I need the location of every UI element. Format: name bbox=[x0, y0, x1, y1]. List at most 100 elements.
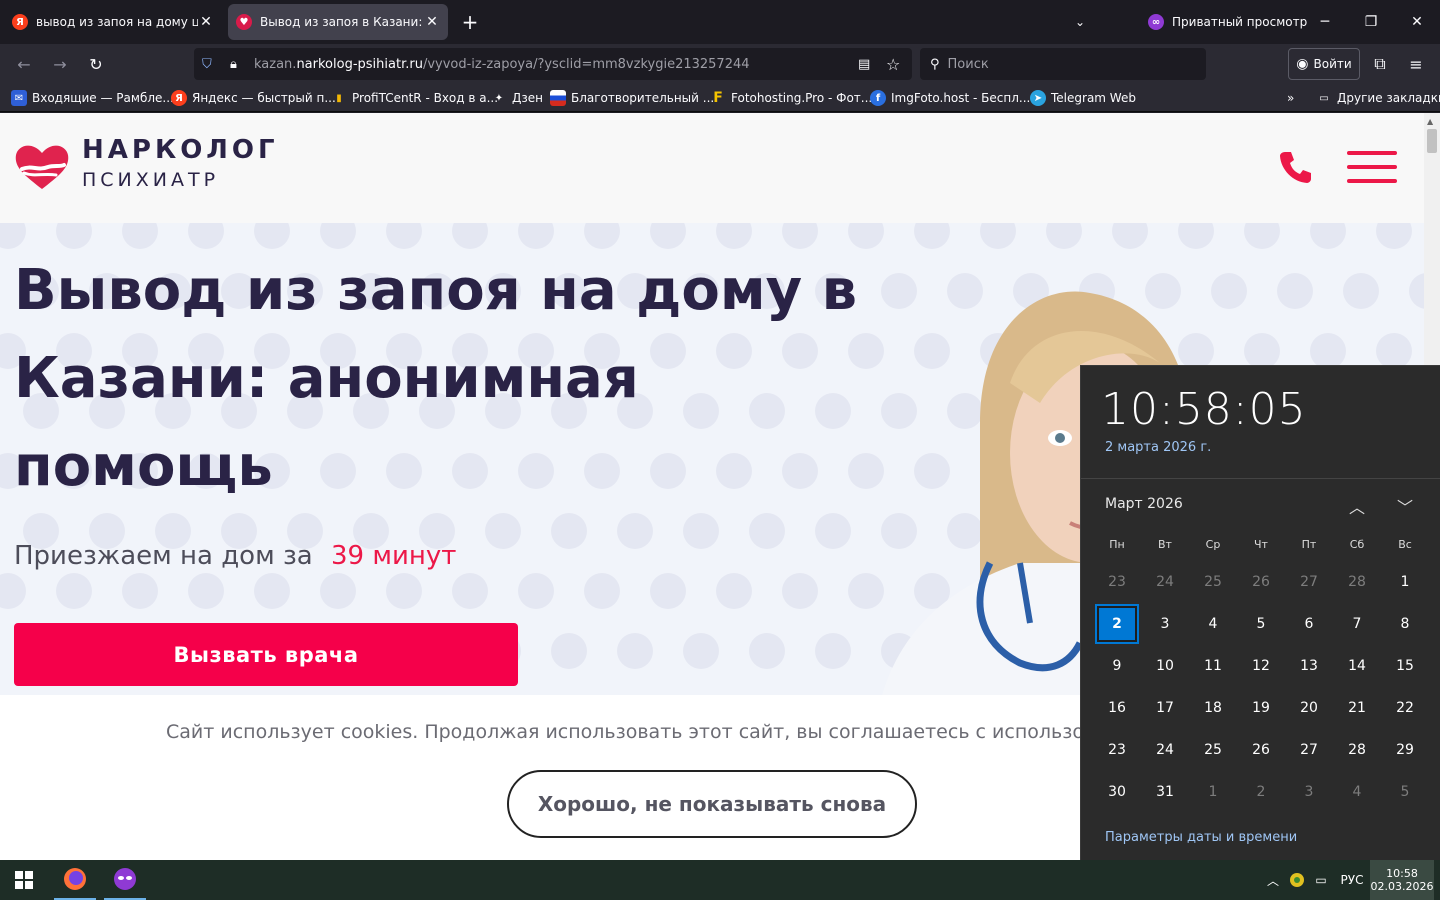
yandex-icon: Я bbox=[171, 90, 187, 106]
calendar-day[interactable]: 3 bbox=[1141, 604, 1189, 644]
logo-heart-icon[interactable] bbox=[14, 143, 70, 191]
background-dot bbox=[1046, 223, 1082, 249]
menu-icon[interactable]: ≡ bbox=[1402, 50, 1430, 78]
back-icon[interactable]: ← bbox=[10, 50, 38, 78]
calendar-day[interactable]: 3 bbox=[1285, 772, 1333, 812]
lock-icon[interactable]: 🔒︎ bbox=[230, 57, 244, 72]
calendar-day[interactable]: 1 bbox=[1381, 562, 1429, 602]
bookmark-item[interactable]: f ImgFoto.host - Беспл... bbox=[870, 88, 1030, 108]
bookmark-item[interactable]: Благотворительный ... bbox=[550, 88, 714, 108]
scroll-up-icon[interactable]: ▲ bbox=[1427, 117, 1433, 126]
language-indicator[interactable]: РУС bbox=[1338, 860, 1366, 900]
bookmark-item[interactable]: ✦ Дзен bbox=[491, 88, 543, 108]
tab-search[interactable]: Я вывод из запоя на дому цена ✕ bbox=[4, 4, 222, 40]
phone-icon[interactable] bbox=[1278, 149, 1314, 185]
reader-view-icon[interactable]: ▤ bbox=[858, 57, 870, 72]
logo-title: НАРКОЛОГ bbox=[82, 135, 279, 165]
calendar-day[interactable]: 5 bbox=[1381, 772, 1429, 812]
bookmark-item[interactable]: ➤ Telegram Web bbox=[1030, 88, 1136, 108]
call-doctor-button[interactable]: Вызвать врача bbox=[14, 623, 518, 686]
calendar-day[interactable]: 8 bbox=[1381, 604, 1429, 644]
close-tab-icon[interactable]: ✕ bbox=[198, 14, 214, 30]
scroll-thumb[interactable] bbox=[1427, 129, 1437, 153]
close-window-button[interactable]: ✕ bbox=[1394, 0, 1440, 44]
show-hidden-icons[interactable]: ︿ bbox=[1264, 860, 1282, 900]
calendar-day[interactable]: 19 bbox=[1237, 688, 1285, 728]
close-tab-icon[interactable]: ✕ bbox=[424, 14, 440, 30]
bookmark-star-icon[interactable]: ☆ bbox=[886, 55, 900, 74]
calendar-day[interactable]: 27 bbox=[1285, 730, 1333, 770]
calendar-day[interactable]: 7 bbox=[1333, 604, 1381, 644]
calendar-day[interactable]: 2 bbox=[1237, 772, 1285, 812]
calendar-day[interactable]: 28 bbox=[1333, 562, 1381, 602]
calendar-day[interactable]: 24 bbox=[1141, 562, 1189, 602]
taskbar-clock[interactable]: 10:58 02.03.2026 bbox=[1370, 860, 1434, 900]
calendar-day[interactable]: 1 bbox=[1189, 772, 1237, 812]
calendar-day[interactable]: 23 bbox=[1093, 562, 1141, 602]
tray-app-icon[interactable] bbox=[1288, 860, 1306, 900]
maximize-button[interactable]: ❐ bbox=[1348, 0, 1394, 44]
calendar-day[interactable]: 24 bbox=[1141, 730, 1189, 770]
calendar-day[interactable]: 31 bbox=[1141, 772, 1189, 812]
calendar-day[interactable]: 17 bbox=[1141, 688, 1189, 728]
clock-date-link[interactable]: 2 марта 2026 г. bbox=[1105, 440, 1211, 455]
calendar-day[interactable]: 27 bbox=[1285, 562, 1333, 602]
calendar-day[interactable]: 21 bbox=[1333, 688, 1381, 728]
calendar-day[interactable]: 30 bbox=[1093, 772, 1141, 812]
more-bookmarks-icon[interactable]: » bbox=[1287, 88, 1294, 108]
calendar-day[interactable]: 22 bbox=[1381, 688, 1429, 728]
login-button[interactable]: ◉ Войти bbox=[1288, 48, 1360, 80]
weekday-header: Пт bbox=[1301, 538, 1317, 551]
start-windows-icon[interactable] bbox=[0, 860, 48, 900]
search-input[interactable]: ⚲ Поиск bbox=[920, 48, 1206, 80]
calendar-day[interactable]: 18 bbox=[1189, 688, 1237, 728]
calendar-day-today[interactable]: 2 bbox=[1095, 604, 1139, 644]
bookmark-item[interactable]: ▮ ProfiTCentR - Вход в а... bbox=[331, 88, 498, 108]
calendar-day[interactable]: 13 bbox=[1285, 646, 1333, 686]
calendar-day[interactable]: 26 bbox=[1237, 730, 1285, 770]
reload-icon[interactable]: ↻ bbox=[82, 50, 110, 78]
calendar-day[interactable]: 29 bbox=[1381, 730, 1429, 770]
other-bookmarks[interactable]: ▭ Другие закладки bbox=[1316, 88, 1440, 108]
calendar-day[interactable]: 4 bbox=[1333, 772, 1381, 812]
shield-icon[interactable]: ⛉ bbox=[202, 57, 218, 72]
page-title: Вывод из запоя на дому в Казани: анонимн… bbox=[14, 258, 858, 499]
list-tabs-icon[interactable]: ⌄ bbox=[1066, 4, 1094, 40]
calendar-day[interactable]: 28 bbox=[1333, 730, 1381, 770]
hamburger-menu-icon[interactable] bbox=[1347, 149, 1397, 185]
calendar-day[interactable]: 9 bbox=[1093, 646, 1141, 686]
tab-strip: Я вывод из запоя на дому цена ✕ ♥ Вывод … bbox=[0, 0, 1440, 44]
calendar-day[interactable]: 12 bbox=[1237, 646, 1285, 686]
minimize-button[interactable]: ─ bbox=[1302, 0, 1348, 44]
previous-month-icon[interactable]: ︿ bbox=[1345, 494, 1369, 518]
network-icon[interactable]: ▭ bbox=[1312, 860, 1330, 900]
calendar-day[interactable]: 25 bbox=[1189, 562, 1237, 602]
calendar-day[interactable]: 20 bbox=[1285, 688, 1333, 728]
bookmark-item[interactable]: Я Яндекс — быстрый п... bbox=[171, 88, 336, 108]
calendar-day[interactable]: 15 bbox=[1381, 646, 1429, 686]
month-title[interactable]: Март 2026 bbox=[1105, 496, 1183, 512]
bookmark-item[interactable]: ✉ Входящие — Рамбле... bbox=[11, 88, 174, 108]
calendar-day[interactable]: 23 bbox=[1093, 730, 1141, 770]
calendar-day[interactable]: 16 bbox=[1093, 688, 1141, 728]
calendar-day[interactable]: 10 bbox=[1141, 646, 1189, 686]
forward-icon[interactable]: → bbox=[46, 50, 74, 78]
firefox-private-taskbar-icon[interactable] bbox=[104, 860, 146, 900]
calendar-day[interactable]: 25 bbox=[1189, 730, 1237, 770]
calendar-day[interactable]: 14 bbox=[1333, 646, 1381, 686]
calendar-day[interactable]: 11 bbox=[1189, 646, 1237, 686]
url-bar[interactable]: ⛉ 🔒︎ kazan. narkolog-psihiatr.ru/vyvod-iz… bbox=[194, 48, 912, 80]
cookie-accept-button[interactable]: Хорошо, не показывать снова bbox=[507, 770, 917, 838]
new-tab-button[interactable]: + bbox=[456, 4, 484, 40]
date-time-settings-link[interactable]: Параметры даты и времени bbox=[1105, 830, 1297, 845]
next-month-icon[interactable]: ﹀ bbox=[1393, 494, 1417, 518]
bookmark-item[interactable]: F Fotohosting.Pro - Фот... bbox=[710, 88, 872, 108]
extensions-icon[interactable]: ⧉ bbox=[1366, 50, 1394, 78]
firefox-taskbar-icon[interactable] bbox=[54, 860, 96, 900]
calendar-day[interactable]: 4 bbox=[1189, 604, 1237, 644]
calendar-day[interactable]: 5 bbox=[1237, 604, 1285, 644]
tab-active[interactable]: ♥ Вывод из запоя в Казани: пом ✕ bbox=[228, 4, 448, 40]
calendar-day[interactable]: 26 bbox=[1237, 562, 1285, 602]
background-dot bbox=[485, 513, 521, 549]
calendar-day[interactable]: 6 bbox=[1285, 604, 1333, 644]
